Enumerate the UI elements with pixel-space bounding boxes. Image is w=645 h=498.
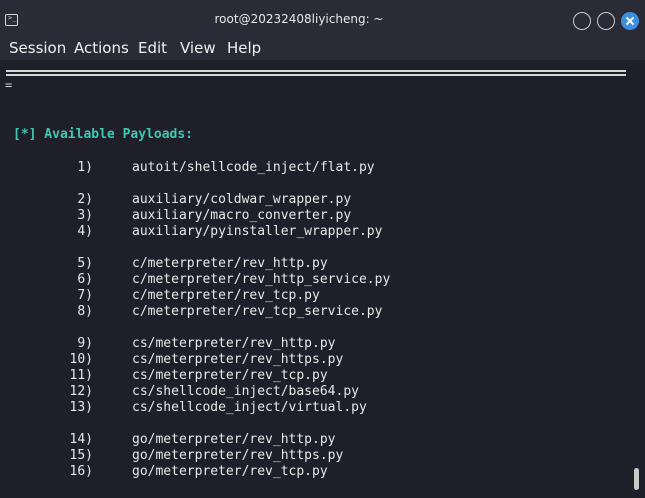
payload-number: 6)	[77, 272, 93, 287]
payloads-header: [*] Available Payloads:	[13, 127, 194, 142]
payload-row: 11) cs/meterpreter/rev_tcp.py	[0, 368, 640, 384]
terminal-window: >_ root@20232408liyicheng: ~ Session Act…	[0, 0, 645, 498]
payload-number: 3)	[77, 208, 93, 223]
payload-number-box: 11)	[0, 368, 93, 384]
payload-number-box: 14)	[0, 432, 93, 448]
payload-path: c/meterpreter/rev_tcp_service.py	[132, 304, 383, 319]
menu-view[interactable]: View	[180, 40, 216, 56]
payload-number: 8)	[77, 304, 93, 319]
payload-path: cs/meterpreter/rev_http.py	[132, 336, 336, 351]
payload-number: 13)	[69, 400, 93, 415]
payload-row: 16) go/meterpreter/rev_tcp.py	[0, 464, 640, 480]
minimize-button[interactable]	[573, 12, 591, 30]
maximize-button[interactable]	[597, 12, 615, 30]
payload-row: 14) go/meterpreter/rev_http.py	[0, 432, 640, 448]
payload-path: cs/shellcode_inject/base64.py	[132, 384, 359, 399]
payload-number: 15)	[69, 448, 93, 463]
payload-path: auxiliary/macro_converter.py	[132, 208, 352, 223]
payload-path: go/meterpreter/rev_http.py	[132, 432, 336, 447]
payload-row: 8) c/meterpreter/rev_tcp_service.py	[0, 304, 640, 320]
menu-session[interactable]: Session	[9, 40, 66, 56]
payload-number-box: 16)	[0, 464, 93, 480]
payload-path: go/meterpreter/rev_https.py	[132, 448, 344, 463]
payload-number-box: 9)	[0, 336, 93, 352]
payload-number: 2)	[77, 192, 93, 207]
payload-path: cs/meterpreter/rev_https.py	[132, 352, 344, 367]
payload-number: 12)	[69, 384, 93, 399]
payload-number-box: 2)	[0, 192, 93, 208]
payload-row: 2) auxiliary/coldwar_wrapper.py	[0, 192, 640, 208]
payload-number-box: 3)	[0, 208, 93, 224]
payload-number-box: 8)	[0, 304, 93, 320]
payload-number-box: 7)	[0, 288, 93, 304]
payload-number-box: 1)	[0, 160, 93, 176]
payload-path: autoit/shellcode_inject/flat.py	[132, 160, 375, 175]
payload-number-box: 12)	[0, 384, 93, 400]
payload-row: 15) go/meterpreter/rev_https.py	[0, 448, 640, 464]
close-button[interactable]	[621, 12, 639, 30]
payload-number: 5)	[77, 256, 93, 271]
payload-number: 11)	[69, 368, 93, 383]
payload-row: 4) auxiliary/pyinstaller_wrapper.py	[0, 224, 640, 240]
payload-row: 1) autoit/shellcode_inject/flat.py	[0, 160, 640, 176]
payload-number-box: 13)	[0, 400, 93, 416]
payload-path: c/meterpreter/rev_http_service.py	[132, 272, 391, 287]
payload-row: 3) auxiliary/macro_converter.py	[0, 208, 640, 224]
payload-path: c/meterpreter/rev_tcp.py	[132, 288, 320, 303]
payload-row: 10) cs/meterpreter/rev_https.py	[0, 352, 640, 368]
title-bar[interactable]: >_ root@20232408liyicheng: ~	[0, 0, 645, 40]
payload-number-box: 5)	[0, 256, 93, 272]
equals-line: =	[5, 78, 13, 92]
separator-rule	[6, 70, 626, 72]
menu-bar: Session Actions Edit View Help	[0, 40, 645, 60]
payload-row: 5) c/meterpreter/rev_http.py	[0, 256, 640, 272]
payload-number: 4)	[77, 224, 93, 239]
payload-row: 12) cs/shellcode_inject/base64.py	[0, 384, 640, 400]
separator-rule	[6, 74, 626, 76]
payload-number-box: 6)	[0, 272, 93, 288]
payload-row: 7) c/meterpreter/rev_tcp.py	[0, 288, 640, 304]
terminal-output[interactable]: = [*] Available Payloads: 1) autoit/shell…	[0, 60, 645, 498]
menu-help[interactable]: Help	[227, 40, 261, 56]
payload-path: go/meterpreter/rev_tcp.py	[132, 464, 328, 479]
menu-actions[interactable]: Actions	[74, 40, 129, 56]
payload-number: 7)	[77, 288, 93, 303]
payload-path: c/meterpreter/rev_http.py	[132, 256, 328, 271]
payload-path: cs/meterpreter/rev_tcp.py	[132, 368, 328, 383]
payload-number: 14)	[69, 432, 93, 447]
payload-number: 16)	[69, 464, 93, 479]
payload-number-box: 15)	[0, 448, 93, 464]
window-title: root@20232408liyicheng: ~	[214, 12, 384, 26]
payload-path: cs/shellcode_inject/virtual.py	[132, 400, 367, 415]
payload-number: 9)	[77, 336, 93, 351]
scrollbar-thumb[interactable]	[634, 468, 639, 490]
payload-number: 1)	[77, 160, 93, 175]
payload-row: 6) c/meterpreter/rev_http_service.py	[0, 272, 640, 288]
payload-number: 10)	[69, 352, 93, 367]
payload-number-box: 10)	[0, 352, 93, 368]
menu-edit[interactable]: Edit	[138, 40, 167, 56]
payload-row: 13) cs/shellcode_inject/virtual.py	[0, 400, 640, 416]
payload-number-box: 4)	[0, 224, 93, 240]
payload-path: auxiliary/coldwar_wrapper.py	[132, 192, 352, 207]
payload-path: auxiliary/pyinstaller_wrapper.py	[132, 224, 383, 239]
payload-row: 9) cs/meterpreter/rev_http.py	[0, 336, 640, 352]
